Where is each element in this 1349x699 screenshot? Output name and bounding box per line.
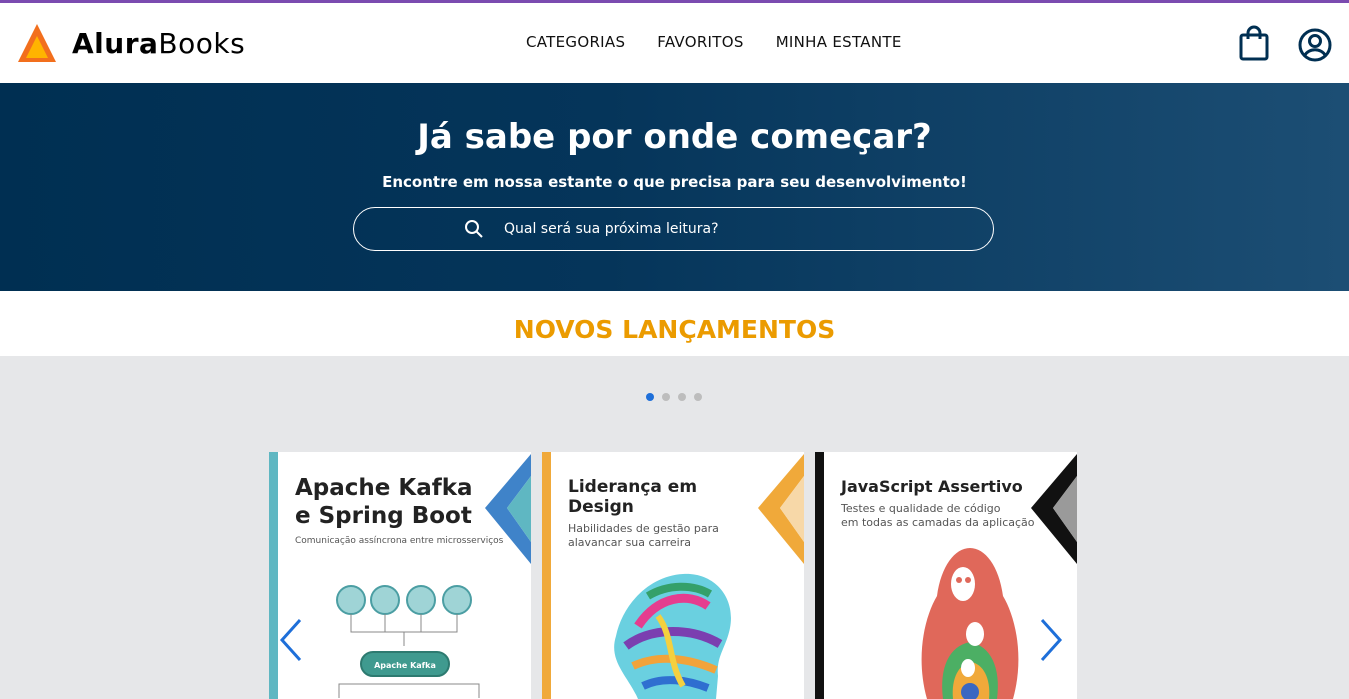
carousel-dot-4[interactable] [694, 393, 702, 401]
chevron-right-icon[interactable] [1038, 617, 1064, 663]
logo-icon [18, 24, 56, 62]
nesting-dolls-illustration [921, 548, 1019, 699]
book-spine [815, 452, 824, 699]
nav-link-categorias[interactable]: CATEGORIAS [526, 33, 625, 51]
book-subtitle-line2: alavancar sua carreira [568, 536, 691, 549]
cover-chevron-icon [1031, 454, 1077, 564]
search-input[interactable] [504, 216, 824, 242]
chevron-left-icon[interactable] [278, 617, 304, 663]
carousel-dot-2[interactable] [662, 393, 670, 401]
book-spine [542, 452, 551, 699]
book-card-lideranca-em-design[interactable]: Liderança em Design Habilidades de gestã… [542, 452, 804, 699]
cover-chevron-icon [758, 454, 804, 564]
brand-logo[interactable]: AluraBooks [16, 22, 245, 64]
colorful-head-illustration [614, 573, 731, 699]
book-title-line2: Design [568, 497, 634, 517]
hero-subtitle: Encontre em nossa estante o que precisa … [382, 173, 967, 191]
nav-link-minha-estante[interactable]: MINHA ESTANTE [776, 33, 902, 51]
releases-header: NOVOS LANÇAMENTOS [0, 291, 1349, 356]
kafka-diagram-label: Apache Kafka [374, 661, 436, 670]
book-title: JavaScript Assertivo [841, 477, 1023, 496]
book-subtitle: Habilidades de gestão para [568, 522, 719, 535]
main-nav: CATEGORIAS FAVORITOS MINHA ESTANTE [526, 33, 902, 51]
carousel-dots [646, 393, 702, 401]
carousel-dot-3[interactable] [678, 393, 686, 401]
book-spine [269, 452, 278, 699]
search-icon [465, 220, 483, 238]
hero-title: Já sabe por onde começar? [417, 117, 932, 157]
kafka-diagram-illustration: Apache Kafka [336, 585, 480, 698]
search-bar[interactable] [353, 207, 994, 251]
book-subtitle: Testes e qualidade de código [841, 502, 1001, 515]
book-carousel: Apache Kafka e Spring Boot Comunicação a… [269, 452, 1077, 699]
releases-title: NOVOS LANÇAMENTOS [513, 315, 836, 344]
cover-chevron-icon [485, 454, 531, 564]
book-subtitle-line2: em todas as camadas da aplicação [841, 516, 1035, 529]
shopping-bag-icon[interactable] [1238, 25, 1270, 61]
book-subtitle: Comunicação assíncrona entre microsservi… [295, 536, 504, 546]
book-title: Apache Kafka [295, 475, 473, 501]
user-account-icon[interactable] [1297, 27, 1333, 63]
book-title: Liderança em [568, 477, 698, 497]
nav-link-favoritos[interactable]: FAVORITOS [657, 33, 743, 51]
book-title-line2: e Spring Boot [295, 503, 472, 529]
carousel-dot-1[interactable] [646, 393, 654, 401]
book-card-apache-kafka[interactable]: Apache Kafka e Spring Boot Comunicação a… [269, 452, 531, 699]
brand-name: AluraBooks [72, 26, 246, 60]
site-header: AluraBooks CATEGORIAS FAVORITOS MINHA ES… [0, 3, 1349, 83]
hero-banner: Já sabe por onde começar? Encontre em no… [0, 83, 1349, 291]
